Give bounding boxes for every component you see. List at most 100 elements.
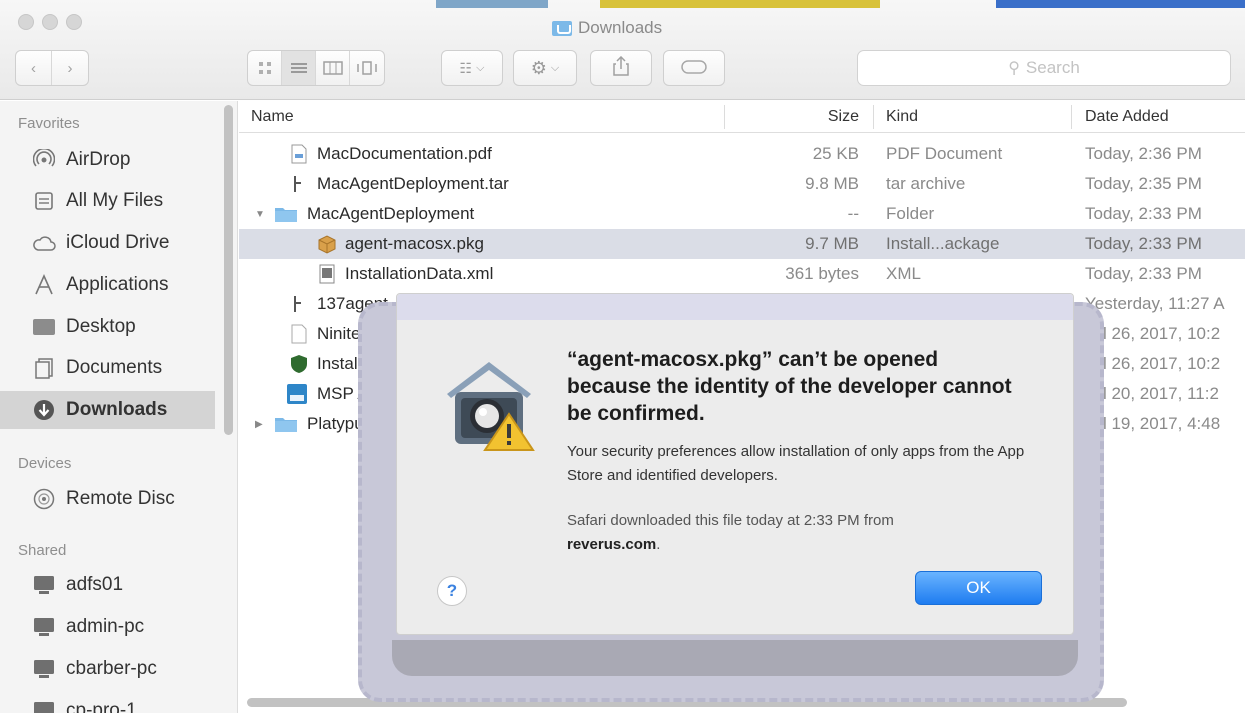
file-kind: Folder <box>886 204 935 223</box>
column-header-name[interactable]: Name <box>251 108 294 126</box>
file-kind: PDF Document <box>886 144 1003 163</box>
disc-icon <box>32 487 56 511</box>
finder-toolbar: Downloads ‹ › ☷ ⌵ ⚙ ⌵ ⚲ Search <box>0 0 1245 100</box>
window-title: Downloads <box>552 17 662 39</box>
sidebar-item-remote-disc[interactable]: Remote Disc <box>0 480 215 518</box>
file-name: agent-macosx.pkg <box>345 234 484 253</box>
sidebar-item-label: Applications <box>66 274 169 295</box>
file-name: MacDocumentation.pdf <box>317 144 492 163</box>
sidebar-item-adfs01[interactable]: adfs01 <box>0 566 215 604</box>
file-size: 361 bytes <box>785 264 859 283</box>
file-name: MacAgentDeployment <box>307 204 475 223</box>
sidebar-item-label: iCloud Drive <box>66 232 170 253</box>
search-input[interactable]: ⚲ Search <box>857 50 1231 86</box>
xml-icon <box>317 263 337 285</box>
applications-icon <box>32 273 56 297</box>
column-header-date-added[interactable]: Date Added <box>1085 108 1169 126</box>
file-name: InstallationData.xml <box>345 264 494 283</box>
tag-button[interactable] <box>663 50 725 86</box>
window-title-text: Downloads <box>578 18 663 37</box>
airdrop-icon <box>32 148 56 172</box>
file-row[interactable]: MacAgentDeployment.tar 9.8 MB tar archiv… <box>239 169 1245 199</box>
arrange-button[interactable]: ☷ ⌵ <box>441 50 503 86</box>
share-button[interactable] <box>590 50 652 86</box>
share-icon <box>613 55 629 81</box>
sidebar-item-label: Remote Disc <box>66 488 175 509</box>
zoom-window-button[interactable] <box>66 14 82 30</box>
ok-button[interactable]: OK <box>915 571 1042 605</box>
disclosure-triangle-collapsed-icon[interactable]: ▶ <box>255 419 265 430</box>
sidebar-item-applications[interactable]: Applications <box>0 266 215 304</box>
sidebar-item-label: AirDrop <box>66 149 131 170</box>
file-date-added: Today, 2:33 PM <box>1085 234 1202 253</box>
file-size: 25 KB <box>812 144 859 163</box>
computer-icon <box>32 657 56 681</box>
all-files-icon <box>32 189 56 213</box>
cloud-icon <box>32 231 56 255</box>
help-button[interactable]: ? <box>437 576 467 606</box>
archive-icon <box>289 173 309 195</box>
folder-icon <box>273 203 299 225</box>
column-view-icon[interactable] <box>316 51 350 85</box>
sidebar-item-label: cp-pro-1 <box>66 700 137 713</box>
chevron-right-icon[interactable]: › <box>52 51 88 85</box>
file-kind: Install...ackage <box>886 234 1000 253</box>
tag-icon <box>681 58 707 79</box>
disclosure-triangle-expanded-icon[interactable]: ▼ <box>255 209 265 220</box>
sidebar-item-label: All My Files <box>66 190 164 211</box>
file-date-added: Today, 2:36 PM <box>1085 144 1202 163</box>
file-row-selected[interactable]: agent-macosx.pkg 9.7 MB Install...ackage… <box>239 229 1245 259</box>
chevron-left-icon[interactable]: ‹ <box>16 51 52 85</box>
dialog-title-bar <box>397 294 1073 320</box>
file-date-added: Today, 2:35 PM <box>1085 174 1202 193</box>
background-window-strip <box>600 0 880 8</box>
minimize-window-button[interactable] <box>42 14 58 30</box>
sidebar-item-label: cbarber-pc <box>66 658 157 679</box>
sidebar-item-downloads[interactable]: Downloads <box>0 391 215 429</box>
icon-view-icon[interactable] <box>248 51 282 85</box>
file-size: -- <box>847 204 859 223</box>
file-size: 9.7 MB <box>805 234 859 253</box>
column-divider[interactable] <box>1071 105 1072 129</box>
sidebar-item-label: adfs01 <box>66 574 124 595</box>
file-row[interactable]: ▼ MacAgentDeployment -- Folder Today, 2:… <box>239 199 1245 229</box>
downloads-folder-icon <box>552 20 572 36</box>
file-size: 9.8 MB <box>805 174 859 193</box>
sidebar-item-desktop[interactable]: Desktop <box>0 308 215 346</box>
view-mode-control <box>247 50 385 86</box>
sidebar-item-documents[interactable]: Documents <box>0 349 215 387</box>
column-header-size[interactable]: Size <box>828 108 859 126</box>
msp-app-icon <box>285 383 309 405</box>
file-date-added: Jul 26, 2017, 10:2 <box>1085 324 1221 343</box>
column-divider[interactable] <box>873 105 874 129</box>
sidebar-item-cbarber-pc[interactable]: cbarber-pc <box>0 650 215 688</box>
list-view-icon[interactable] <box>282 51 316 85</box>
action-button[interactable]: ⚙ ⌵ <box>513 50 577 86</box>
sidebar-item-all-my-files[interactable]: All My Files <box>0 182 215 220</box>
chevron-down-icon: ⌵ <box>550 61 560 74</box>
sidebar-item-admin-pc[interactable]: admin-pc <box>0 608 215 646</box>
file-date-added: Jul 19, 2017, 4:48 <box>1085 414 1221 433</box>
cover-flow-icon[interactable] <box>350 51 384 85</box>
file-name-cell: ▶ Platypus <box>255 409 372 439</box>
file-row[interactable]: MacDocumentation.pdf 25 KB PDF Document … <box>239 139 1245 169</box>
gatekeeper-warning-icon <box>439 352 539 452</box>
dialog-shadow <box>392 640 1078 676</box>
file-date-added: Jul 20, 2017, 11:2 <box>1085 384 1219 403</box>
sidebar-item-icloud-drive[interactable]: iCloud Drive <box>0 224 215 262</box>
sidebar-scrollbar[interactable] <box>224 105 233 435</box>
sidebar: Favorites AirDrop All My Files iCloud Dr… <box>0 101 238 713</box>
background-window-strip <box>996 0 1245 8</box>
sidebar-item-cp-pro-1[interactable]: cp-pro-1 <box>0 692 215 713</box>
column-header-row: Name Size Kind Date Added <box>239 101 1245 133</box>
file-row[interactable]: InstallationData.xml 361 bytes XML Today… <box>239 259 1245 289</box>
file-name-cell: MacDocumentation.pdf <box>289 139 492 169</box>
close-window-button[interactable] <box>18 14 34 30</box>
file-date-added: Today, 2:33 PM <box>1085 204 1202 223</box>
sidebar-item-airdrop[interactable]: AirDrop <box>0 141 215 179</box>
file-name: MacAgentDeployment.tar <box>317 174 509 193</box>
download-icon <box>32 398 56 422</box>
column-divider[interactable] <box>724 105 725 129</box>
computer-icon <box>32 573 56 597</box>
column-header-kind[interactable]: Kind <box>886 108 918 126</box>
